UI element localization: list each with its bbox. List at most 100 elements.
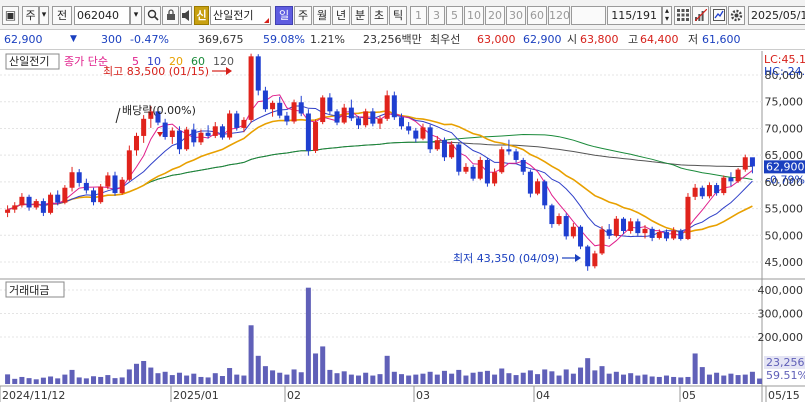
volume-bar bbox=[463, 375, 469, 384]
chart-background bbox=[0, 51, 805, 402]
interval-button-1[interactable]: 1 bbox=[410, 6, 427, 25]
stock-code-input[interactable]: 062040 bbox=[74, 6, 130, 25]
candle-body bbox=[656, 232, 662, 238]
volume-bar bbox=[449, 373, 455, 384]
candle-body bbox=[391, 95, 397, 118]
candle-body bbox=[334, 111, 340, 123]
candle-body bbox=[169, 130, 175, 137]
candle-body bbox=[356, 118, 362, 126]
candle-body bbox=[699, 187, 705, 197]
candle-body bbox=[527, 171, 533, 194]
volume-bar bbox=[692, 353, 698, 384]
candle-body bbox=[492, 172, 498, 184]
volume-bar bbox=[148, 367, 154, 384]
candle-body bbox=[427, 127, 433, 150]
chart-icon[interactable] bbox=[710, 6, 727, 25]
volume-bar bbox=[219, 376, 225, 384]
candle-body bbox=[484, 159, 490, 184]
mode-button[interactable]: 전 bbox=[52, 6, 72, 25]
candle-body bbox=[184, 129, 190, 150]
ask-price: 62,900 bbox=[523, 33, 562, 46]
candle-body bbox=[728, 177, 734, 182]
volume-bar bbox=[441, 370, 447, 384]
volume-bar bbox=[341, 371, 347, 384]
candle-body bbox=[234, 113, 240, 128]
volume-bar bbox=[506, 373, 512, 384]
volume-tick-label: 300,000 bbox=[758, 308, 804, 321]
volume-bar bbox=[155, 373, 161, 384]
volume-bar bbox=[234, 374, 240, 384]
stock-chart[interactable]: 80,00075,00070,00065,00060,00055,00050,0… bbox=[0, 51, 805, 402]
period-tab-6[interactable]: 틱 bbox=[389, 6, 407, 25]
volume-bar bbox=[757, 378, 763, 384]
window-icon[interactable]: ▣ bbox=[2, 6, 19, 25]
period-tab-5[interactable]: 초 bbox=[370, 6, 388, 25]
interval-button-20[interactable]: 20 bbox=[485, 6, 505, 25]
legend-ma-period: 120 bbox=[213, 55, 234, 68]
volume: 369,675 bbox=[198, 33, 244, 46]
volume-bar bbox=[456, 369, 462, 384]
corner-mark-icon bbox=[264, 18, 269, 23]
candle-body bbox=[714, 185, 720, 194]
interval-button-5[interactable]: 5 bbox=[446, 6, 463, 25]
grid-icon[interactable] bbox=[674, 6, 691, 25]
signal-icon[interactable] bbox=[692, 6, 709, 25]
volume-bar bbox=[527, 370, 533, 384]
interval-button-3[interactable]: 3 bbox=[428, 6, 445, 25]
candle-body bbox=[463, 166, 469, 172]
candle-body bbox=[420, 127, 426, 139]
volume-bar bbox=[184, 375, 190, 384]
volume-bar bbox=[298, 372, 304, 384]
candle-body bbox=[298, 102, 304, 114]
search-icon[interactable] bbox=[144, 6, 161, 25]
volume-last-pct: 59.51% bbox=[766, 369, 805, 382]
candle-body bbox=[341, 107, 347, 123]
market-arrow-icon[interactable]: ▾ bbox=[39, 6, 49, 25]
candle-body bbox=[248, 56, 254, 120]
candle-body bbox=[721, 177, 727, 194]
lock-icon[interactable] bbox=[162, 6, 179, 25]
candle-body bbox=[563, 216, 569, 237]
candle-body bbox=[119, 179, 125, 194]
period-tab-4[interactable]: 분 bbox=[351, 6, 369, 25]
candle-body bbox=[706, 185, 712, 197]
volume-bar bbox=[556, 375, 562, 384]
volume-bar bbox=[406, 375, 412, 384]
interval-button-30[interactable]: 30 bbox=[506, 6, 526, 25]
code-dropdown-icon[interactable]: ▾ bbox=[130, 6, 142, 25]
open-label: 시 bbox=[567, 33, 578, 46]
period-tab-2[interactable]: 월 bbox=[313, 6, 331, 25]
candle-body bbox=[40, 201, 46, 213]
volume-bar bbox=[176, 372, 182, 384]
candle-body bbox=[76, 172, 82, 183]
interval-button-60[interactable]: 60 bbox=[527, 6, 547, 25]
gear-icon[interactable] bbox=[728, 6, 745, 25]
speaker-icon[interactable] bbox=[180, 6, 192, 25]
x-tick-label: 05 bbox=[682, 389, 696, 402]
candle-body bbox=[384, 95, 390, 119]
current-change-label: -0.79% bbox=[766, 173, 805, 186]
date-field[interactable]: 2025/05/1 bbox=[748, 6, 805, 25]
volume-bar bbox=[649, 376, 655, 384]
market-select[interactable]: 주 bbox=[22, 6, 39, 25]
candle-body bbox=[398, 117, 404, 127]
candle-body bbox=[205, 132, 211, 136]
interval-button-120[interactable]: 120 bbox=[548, 6, 570, 25]
candle-body bbox=[176, 130, 182, 150]
open-price: 63,800 bbox=[580, 33, 619, 46]
volume-bar bbox=[678, 377, 684, 384]
volume-bar bbox=[499, 368, 505, 384]
interval-input[interactable] bbox=[571, 6, 606, 25]
volume-bar bbox=[327, 369, 333, 384]
candle-body bbox=[241, 119, 247, 128]
interval-button-10[interactable]: 10 bbox=[464, 6, 484, 25]
period-tab-3[interactable]: 년 bbox=[332, 6, 350, 25]
period-tab-1[interactable]: 주 bbox=[294, 6, 312, 25]
page-spin-icon[interactable]: ▴ ▾ bbox=[662, 6, 672, 25]
candle-body bbox=[692, 187, 698, 197]
period-tab-0[interactable]: 일 bbox=[275, 6, 293, 25]
candle-body bbox=[449, 144, 455, 158]
volume-bar bbox=[520, 372, 526, 384]
volume-bar bbox=[169, 375, 175, 384]
quote-bar: 62,900 ▼ 300 -0.47% 369,675 59.08% 1.21%… bbox=[0, 30, 805, 78]
